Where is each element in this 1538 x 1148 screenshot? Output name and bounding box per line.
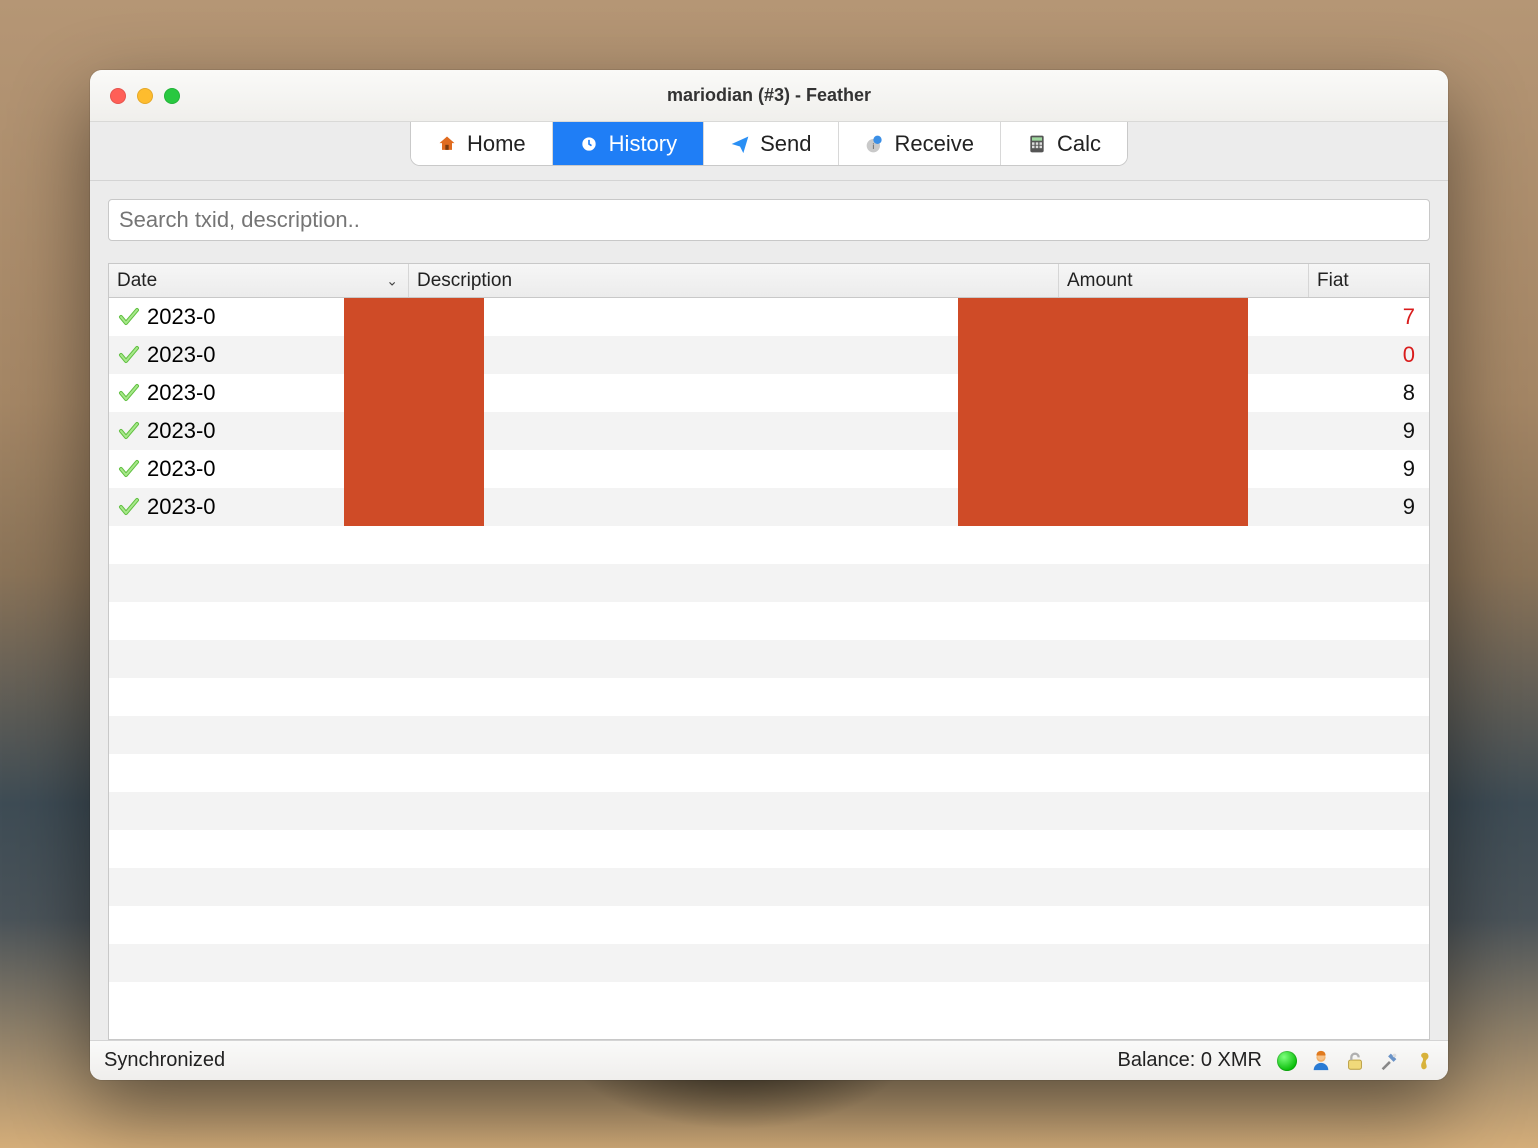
calc-icon	[1027, 134, 1047, 154]
seahorse-icon[interactable]	[1412, 1050, 1434, 1072]
clock-icon	[579, 134, 599, 154]
tab-label: History	[609, 131, 677, 157]
empty-row	[109, 754, 1429, 792]
confirmed-icon	[117, 305, 141, 329]
titlebar: mariodian (#3) - Feather	[90, 70, 1448, 122]
send-icon	[730, 134, 750, 154]
home-icon	[437, 134, 457, 154]
empty-row	[109, 602, 1429, 640]
cell-fiat: 0	[1309, 342, 1429, 368]
empty-row	[109, 792, 1429, 830]
tools-icon[interactable]	[1378, 1050, 1400, 1072]
empty-row	[109, 640, 1429, 678]
cell-fiat: 9	[1309, 456, 1429, 482]
tab-label: Home	[467, 131, 526, 157]
empty-row	[109, 868, 1429, 906]
zoom-button[interactable]	[164, 88, 180, 104]
tab-history[interactable]: History	[553, 122, 704, 165]
network-status-icon[interactable]	[1276, 1050, 1298, 1072]
confirmed-icon	[117, 343, 141, 367]
tab-home[interactable]: Home	[411, 122, 553, 165]
empty-row	[109, 564, 1429, 602]
empty-row	[109, 944, 1429, 982]
tab-send[interactable]: Send	[704, 122, 838, 165]
close-button[interactable]	[110, 88, 126, 104]
empty-row	[109, 830, 1429, 868]
confirmed-icon	[117, 419, 141, 443]
tabbar-container: Home History Send i Receive	[90, 122, 1448, 181]
cell-fiat: 9	[1309, 418, 1429, 444]
tabbar: Home History Send i Receive	[410, 122, 1128, 166]
tab-label: Receive	[895, 131, 974, 157]
statusbar: Synchronized Balance: 0 XMR	[90, 1040, 1448, 1080]
empty-row	[109, 526, 1429, 564]
redaction-block	[344, 298, 484, 526]
sort-indicator-icon: ⌄	[386, 272, 398, 289]
content-area: Date ⌄ Description Amount Fiat 2023-0Cak…	[90, 181, 1448, 1040]
balance-label: Balance: 0 XMR	[1117, 1049, 1262, 1072]
col-fiat[interactable]: Fiat	[1309, 264, 1429, 297]
cell-fiat: 7	[1309, 304, 1429, 330]
app-window: mariodian (#3) - Feather Home History Se…	[90, 70, 1448, 1080]
cell-fiat: 9	[1309, 494, 1429, 520]
traffic-lights	[90, 88, 180, 104]
tab-calc[interactable]: Calc	[1001, 122, 1127, 165]
confirmed-icon	[117, 495, 141, 519]
user-icon[interactable]	[1310, 1050, 1332, 1072]
sync-status: Synchronized	[104, 1049, 225, 1072]
redaction-block	[958, 298, 1248, 526]
tab-label: Send	[760, 131, 811, 157]
svg-text:i: i	[872, 141, 874, 151]
minimize-button[interactable]	[137, 88, 153, 104]
col-date[interactable]: Date ⌄	[109, 264, 409, 297]
empty-row	[109, 716, 1429, 754]
status-icons	[1276, 1050, 1434, 1072]
window-title: mariodian (#3) - Feather	[90, 85, 1448, 106]
col-amount[interactable]: Amount	[1059, 264, 1309, 297]
search-input[interactable]	[108, 199, 1430, 241]
empty-row	[109, 906, 1429, 944]
tab-label: Calc	[1057, 131, 1101, 157]
col-description[interactable]: Description	[409, 264, 1059, 297]
receive-icon: i	[865, 134, 885, 154]
tab-receive[interactable]: i Receive	[839, 122, 1001, 165]
confirmed-icon	[117, 457, 141, 481]
table-header: Date ⌄ Description Amount Fiat	[109, 264, 1429, 298]
transactions-table: Date ⌄ Description Amount Fiat 2023-0Cak…	[108, 263, 1430, 1040]
cell-fiat: 8	[1309, 380, 1429, 406]
lock-icon[interactable]	[1344, 1050, 1366, 1072]
confirmed-icon	[117, 381, 141, 405]
empty-row	[109, 678, 1429, 716]
